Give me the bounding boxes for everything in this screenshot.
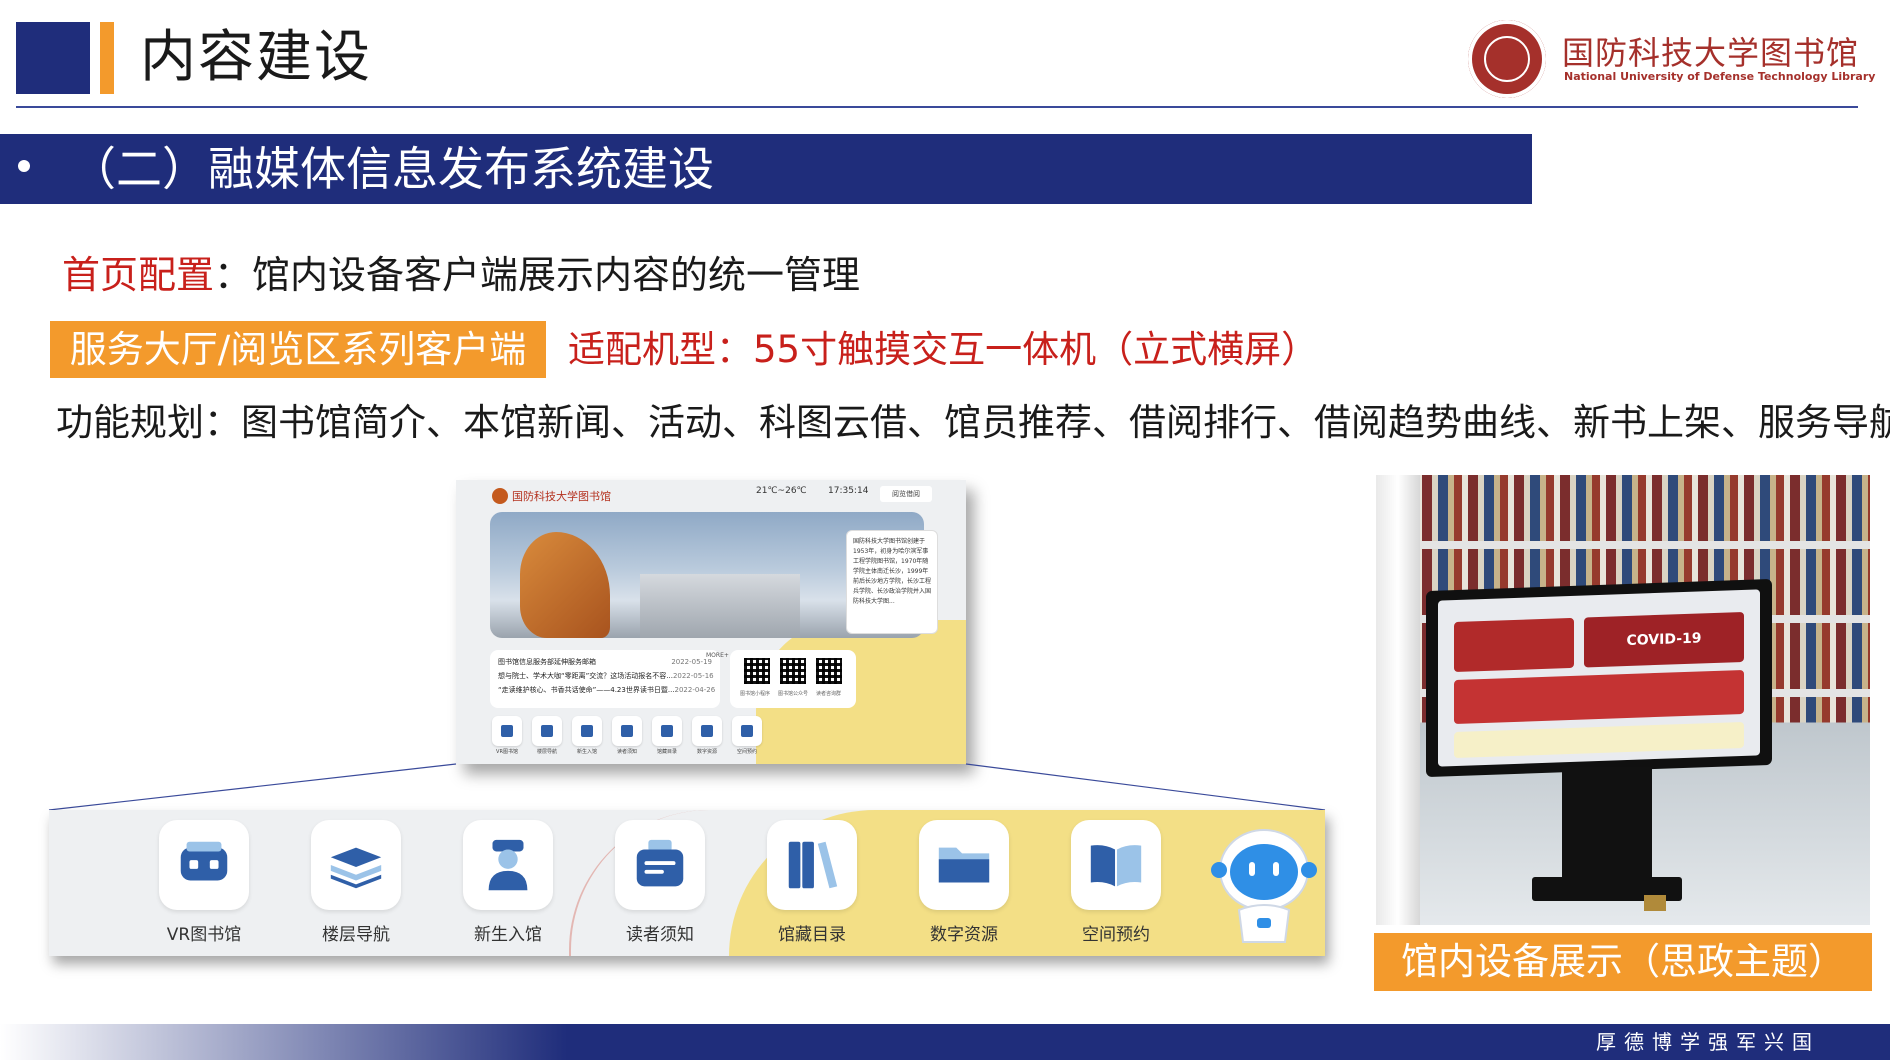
- screen-icon-row: [492, 716, 762, 746]
- library-name-cn: 国防科技大学图书馆: [1562, 34, 1860, 72]
- mini-icon-label: VR图书馆: [496, 749, 518, 755]
- news-item[interactable]: 想与院士、学术大咖“零距离”交流？这场活动报名不容... 2022-05-16: [498, 669, 714, 683]
- enlarged-icon-strip: VR图书馆 楼层导航 新生入馆 读者须知 馆藏目录 数字资源 空间预约: [49, 810, 1325, 956]
- student-icon: [488, 839, 528, 891]
- mini-layers-icon[interactable]: [532, 716, 562, 746]
- floor-socket: [1644, 895, 1666, 911]
- kiosk-icon-row: [1454, 721, 1744, 759]
- nav-space-booking[interactable]: 空间预约: [1041, 820, 1191, 945]
- nav-label: VR图书馆: [166, 925, 242, 945]
- nav-catalog[interactable]: 馆藏目录: [737, 820, 887, 945]
- news-item[interactable]: “走读维护核心、书香共话使命”——4.23世界读书日暨... 2022-04-26: [498, 683, 715, 697]
- library-name-en: National University of Defense Technolog…: [1564, 70, 1876, 83]
- news-more-link[interactable]: MORE+: [706, 652, 729, 659]
- screen-qr-panel: 图书馆小程序 图书馆公众号 读者咨询群: [730, 650, 856, 708]
- layers-icon: [330, 847, 382, 889]
- mini-icon-label: 楼层导航: [536, 749, 557, 755]
- folder-icon: [938, 847, 990, 883]
- nav-label: 新生入馆: [474, 925, 542, 945]
- bullet-icon: [18, 160, 30, 172]
- screen-intro-card: 国防科技大学图书馆创建于1953年，初身为哈尔滨军事工程学院图书馆，1970年随…: [846, 530, 938, 634]
- robot-mascot-icon[interactable]: [1209, 818, 1319, 948]
- footer-motto: 厚德博学强军兴国: [1596, 1030, 1820, 1054]
- nav-digital-resources[interactable]: 数字资源: [889, 820, 1039, 945]
- notice-icon: [636, 839, 684, 887]
- books-icon: [788, 841, 838, 889]
- mini-icon-label: 读者须知: [616, 749, 637, 755]
- nav-reader-notice[interactable]: 读者须知: [585, 820, 735, 945]
- nav-floor-guide[interactable]: 楼层导航: [281, 820, 431, 945]
- feature-plan-text: 功能规划：图书馆简介、本馆新闻、活动、科图云借、馆员推荐、借阅排行、借阅趋势曲线…: [56, 401, 1890, 444]
- kiosk-banner-covid: COVID-19: [1584, 611, 1744, 668]
- news-item[interactable]: 图书馆信息服务部延伸服务邮箱 2022-05-19: [498, 655, 712, 669]
- hero-sculpture-image: [520, 532, 610, 638]
- nav-label: 楼层导航: [322, 925, 390, 945]
- homepage-config-text: ：馆内设备客户端展示内容的统一管理: [214, 253, 861, 297]
- kiosk-content-row: [1454, 669, 1744, 725]
- nav-label: 馆藏目录: [778, 925, 846, 945]
- screen-clock: 17:35:14: [828, 486, 869, 496]
- header-divider: [16, 106, 1858, 108]
- qr-code-icon: [816, 658, 842, 684]
- qr-code-icon: [744, 658, 770, 684]
- mini-icon-label: 空间预约: [736, 749, 757, 755]
- client-screen-mockup: 国防科技大学图书馆 21℃~26℃ 17:35:14 阅览借阅 国防科技大学图书…: [456, 480, 966, 764]
- screen-logo-icon: [492, 488, 508, 504]
- seal-inner-ring: [1484, 36, 1530, 82]
- nav-label: 读者须知: [626, 925, 694, 945]
- screen-icon-labels: VR图书馆 楼层导航 新生入馆 读者须知 馆藏目录 数字资源 空间预约: [492, 748, 762, 755]
- kiosk-display: COVID-19: [1438, 589, 1760, 767]
- screen-borrow-button[interactable]: 阅览借阅: [880, 486, 932, 502]
- mini-notice-icon[interactable]: [612, 716, 642, 746]
- qr-label: 图书馆公众号: [778, 691, 809, 697]
- mini-icon-label: 新生入馆: [576, 749, 597, 755]
- screen-logo-text: 国防科技大学图书馆: [512, 490, 611, 503]
- mini-book-icon[interactable]: [732, 716, 762, 746]
- mini-books-icon[interactable]: [652, 716, 682, 746]
- homepage-config-label: 首页配置: [62, 253, 215, 297]
- kiosk-photo: COVID-19: [1376, 475, 1870, 925]
- mini-vr-icon[interactable]: [492, 716, 522, 746]
- pillar-image: [1376, 475, 1420, 925]
- header-navy-block: [16, 22, 90, 94]
- nav-vr-library[interactable]: VR图书馆: [129, 820, 279, 945]
- qr-code-icon: [780, 658, 806, 684]
- nav-label: 空间预约: [1082, 925, 1150, 945]
- kiosk-banner-left: [1454, 617, 1574, 673]
- screen-news-list: 图书馆信息服务部延伸服务邮箱 2022-05-19 想与院士、学术大咖“零距离”交…: [490, 650, 720, 708]
- vr-headset-icon: [180, 841, 228, 881]
- nav-freshman[interactable]: 新生入馆: [433, 820, 583, 945]
- device-model-text: 适配机型：55寸触摸交互一体机（立式横屏）: [568, 328, 1319, 371]
- qr-label: 图书馆小程序: [740, 691, 771, 697]
- mini-icon-label: 馆藏目录: [656, 749, 677, 755]
- section-title: （二）融媒体信息发布系统建设: [70, 142, 714, 196]
- page-title: 内容建设: [140, 25, 372, 90]
- qr-label: 读者咨询群: [816, 691, 842, 697]
- mini-folder-icon[interactable]: [692, 716, 722, 746]
- mini-icon-label: 数字资源: [696, 749, 717, 755]
- nav-label: 数字资源: [930, 925, 998, 945]
- header-orange-bar: [100, 22, 114, 94]
- client-series-tag: 服务大厅/阅览区系列客户端: [50, 321, 546, 378]
- hero-building-image: [640, 574, 800, 638]
- mini-student-icon[interactable]: [572, 716, 602, 746]
- homepage-config-line: 首页配置：馆内设备客户端展示内容的统一管理: [62, 244, 860, 299]
- photo-caption: 馆内设备展示（思政主题）: [1374, 933, 1872, 991]
- screen-weather: 21℃~26℃: [756, 486, 807, 496]
- open-book-icon: [1090, 845, 1142, 887]
- kiosk-stand: [1562, 767, 1652, 885]
